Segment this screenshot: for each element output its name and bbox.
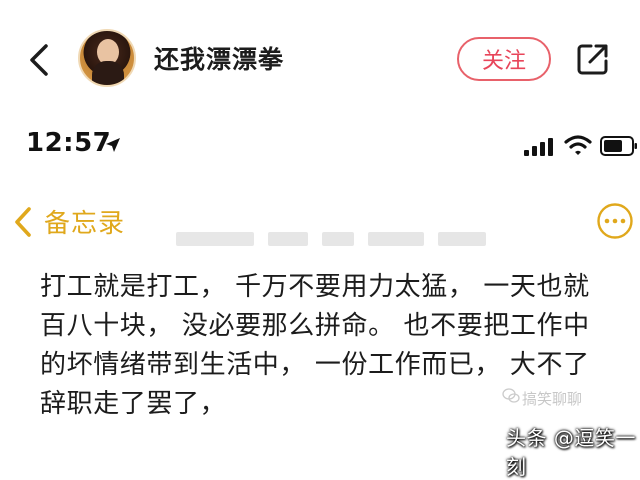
note-line: 打工就是打工， 千万不要用力太猛， 一天也就 [40,272,590,302]
avatar[interactable] [78,29,136,87]
wifi-icon [564,135,592,155]
note-line: 的坏情绪带到生活中， 一份工作而已， 大不了 [40,350,590,380]
follow-button[interactable]: 关注 [457,37,551,81]
share-icon [577,44,608,75]
platform-watermark: 头条 @逗笑一刻 [506,426,636,479]
chevron-left-icon [15,207,31,237]
back-button[interactable] [22,40,58,80]
more-button[interactable] [596,202,634,240]
username[interactable]: 还我漂漂拳 [154,40,284,76]
faded-watermark: 搞笑聊聊 [522,390,583,408]
wechat-icon [502,388,520,403]
chevron-left-icon [30,44,48,76]
battery-icon [600,136,637,156]
location-arrow-icon [106,138,120,152]
notes-back-button[interactable] [10,205,36,239]
more-icon [597,203,633,239]
notes-title[interactable]: 备忘录 [44,203,125,240]
share-button[interactable] [576,42,610,76]
faded-text-artifact [176,232,488,252]
status-time: 12:57 [26,128,112,158]
signal-icon [524,138,553,156]
note-line: 百八十块， 没必要那么拼命。 也不要把工作中 [40,311,590,341]
